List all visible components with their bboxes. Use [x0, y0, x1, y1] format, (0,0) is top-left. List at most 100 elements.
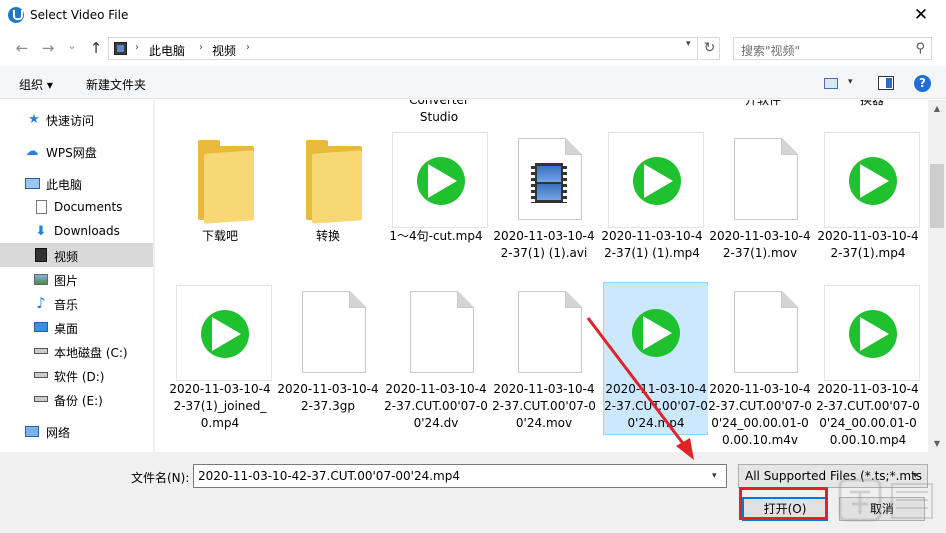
sidebar-item-label: Documents — [54, 200, 123, 214]
sidebar-item-label: 软件 (D:) — [54, 370, 105, 384]
file-item-document[interactable]: 2020-11-03-10-42-37.CUT.00'07-00'24.dv — [384, 285, 488, 435]
filename-dropdown-icon[interactable]: ▾ — [712, 471, 717, 481]
file-list-view: Converter Studio 开软件 换器 下载吧 转换 1～4句-cut.… — [156, 100, 928, 452]
sidebar-item-label: 视频 — [54, 250, 79, 264]
thumbnail — [492, 132, 596, 228]
play-icon — [633, 157, 681, 205]
sidebar-item-label: 快速访问 — [46, 114, 95, 128]
new-folder-button[interactable]: 新建文件夹 — [86, 76, 146, 93]
thumbnail — [168, 285, 272, 381]
sidebar-item-music[interactable]: ♪ 音乐 — [0, 291, 153, 315]
sidebar-item-drive-d[interactable]: 软件 (D:) — [0, 363, 153, 387]
scroll-down-arrow-icon[interactable]: ▼ — [928, 435, 946, 452]
file-name: 2020-11-03-10-42-37.CUT.00'07-00'24.mov — [492, 382, 596, 430]
sidebar-item-wps-cloud[interactable]: ☁ WPS网盘 — [0, 139, 153, 163]
file-item-folder[interactable]: 下载吧 — [168, 132, 272, 250]
file-item-avi[interactable]: 2020-11-03-10-42-37(1) (1).avi — [492, 132, 596, 260]
play-icon — [849, 157, 897, 205]
partial-file-label[interactable]: 换器 — [820, 100, 924, 109]
computer-icon — [24, 175, 40, 191]
thumbnail — [384, 132, 488, 228]
video-icon — [33, 247, 49, 263]
organize-menu[interactable]: 组织 ▾ — [19, 76, 53, 93]
blank-file-icon — [518, 291, 582, 373]
folder-icon — [306, 140, 362, 224]
navigation-pane: ★ 快速访问 ☁ WPS网盘 此电脑 Documents ⬇ Downloads… — [0, 100, 155, 452]
search-input[interactable]: 搜索"视频" ⚲ — [733, 37, 932, 60]
file-item-document[interactable]: 2020-11-03-10-42-37(1).mov — [708, 132, 812, 260]
preview-pane-icon[interactable] — [878, 76, 894, 90]
file-name: 2020-11-03-10-42-37.3gp — [277, 382, 379, 413]
file-name: 2020-11-03-10-42-37.CUT.00'07-00'24_00.0… — [708, 382, 812, 447]
sidebar-item-pictures[interactable]: 图片 — [0, 267, 153, 291]
file-item-video[interactable]: 1～4句-cut.mp4 — [384, 132, 488, 250]
sidebar-item-label: WPS网盘 — [46, 146, 97, 160]
sidebar-item-label: 图片 — [54, 274, 79, 288]
forward-arrow-icon[interactable]: → — [38, 38, 58, 58]
sidebar-item-network[interactable]: 网络 — [0, 419, 153, 443]
cloud-icon: ☁ — [25, 143, 39, 159]
thumbnail-frame — [176, 285, 272, 381]
up-arrow-icon[interactable]: ↑ — [86, 38, 106, 58]
file-item-video[interactable]: 2020-11-03-10-42-37(1)_joined_0.mp4 — [168, 285, 272, 435]
refresh-button[interactable]: ↻ — [700, 37, 720, 60]
thumbnail-frame — [824, 285, 920, 381]
file-name: 转换 — [315, 229, 340, 243]
sidebar-item-label: 本地磁盘 (C:) — [54, 346, 128, 360]
file-item-video-selected[interactable]: 2020-11-03-10-42-37.CUT.00'07-00'24.mp4 — [603, 282, 708, 435]
play-icon — [417, 157, 465, 205]
file-item-document[interactable]: 2020-11-03-10-42-37.CUT.00'07-00'24.mov — [492, 285, 596, 435]
file-name: 2020-11-03-10-42-37(1) (1).avi — [493, 229, 595, 260]
sidebar-item-drive-e[interactable]: 备份 (E:) — [0, 387, 153, 411]
sidebar-item-this-pc[interactable]: 此电脑 — [0, 171, 153, 195]
chevron-right-icon[interactable]: › — [135, 42, 139, 53]
partial-file-label[interactable]: 开软件 — [711, 100, 815, 109]
back-arrow-icon[interactable]: ← — [12, 38, 32, 58]
recent-locations-icon[interactable]: ⌄ — [62, 36, 82, 56]
thumbnail — [384, 285, 488, 381]
sidebar-item-drive-c[interactable]: 本地磁盘 (C:) — [0, 339, 153, 363]
sidebar-item-label: 此电脑 — [46, 178, 83, 192]
blank-file-icon — [302, 291, 366, 373]
scrollbar-thumb[interactable] — [930, 164, 944, 228]
breadcrumb-this-pc[interactable]: 此电脑 — [149, 42, 185, 59]
partial-file-label[interactable]: Converter Studio — [387, 100, 491, 126]
file-item-video[interactable]: 2020-11-03-10-42-37.CUT.00'07-00'24_00.0… — [816, 285, 920, 447]
breadcrumb-videos[interactable]: 视频 — [212, 42, 236, 59]
view-options-chevron-icon[interactable]: ▾ — [848, 77, 853, 87]
thumbnail — [816, 285, 920, 381]
chevron-right-icon[interactable]: › — [246, 42, 250, 53]
file-item-document[interactable]: 2020-11-03-10-42-37.3gp — [276, 285, 380, 435]
sidebar-item-documents[interactable]: Documents — [0, 195, 153, 219]
address-bar[interactable]: › 此电脑 › 视频 › — [108, 37, 698, 60]
file-name: 2020-11-03-10-42-37.CUT.00'07-00'24.dv — [384, 382, 488, 430]
change-view-icon[interactable] — [824, 78, 838, 89]
file-item-video[interactable]: 2020-11-03-10-42-37(1).mp4 — [816, 132, 920, 260]
thumbnail — [708, 285, 812, 381]
scroll-up-arrow-icon[interactable]: ▲ — [928, 100, 946, 117]
network-icon — [24, 423, 40, 439]
blank-file-icon — [410, 291, 474, 373]
file-item-folder[interactable]: 转换 — [276, 132, 380, 250]
file-item-document[interactable]: 2020-11-03-10-42-37.CUT.00'07-00'24_00.0… — [708, 285, 812, 447]
filename-input[interactable] — [193, 464, 727, 488]
folder-icon — [198, 140, 254, 224]
chevron-right-icon[interactable]: › — [199, 42, 203, 53]
address-dropdown-icon[interactable]: ▾ — [686, 39, 700, 49]
close-button[interactable]: ✕ — [910, 4, 932, 26]
sidebar-item-downloads[interactable]: ⬇ Downloads — [0, 219, 153, 243]
file-name: 下载吧 — [201, 229, 238, 243]
sidebar-item-videos[interactable]: 视频 — [0, 243, 153, 267]
sidebar-item-desktop[interactable]: 桌面 — [0, 315, 153, 339]
file-item-video[interactable]: 2020-11-03-10-42-37(1) (1).mp4 — [600, 132, 704, 260]
help-icon[interactable]: ? — [914, 75, 931, 92]
thumbnail-frame — [392, 132, 488, 228]
window-title: Select Video File — [30, 8, 129, 22]
search-icon[interactable]: ⚲ — [915, 41, 925, 56]
drive-icon — [33, 391, 49, 407]
sidebar-item-quick-access[interactable]: ★ 快速访问 — [0, 107, 153, 131]
app-icon — [8, 7, 24, 23]
sidebar-item-label: 备份 (E:) — [54, 394, 103, 408]
vertical-scrollbar[interactable]: ▲ ▼ — [928, 100, 946, 452]
play-icon — [632, 309, 680, 357]
